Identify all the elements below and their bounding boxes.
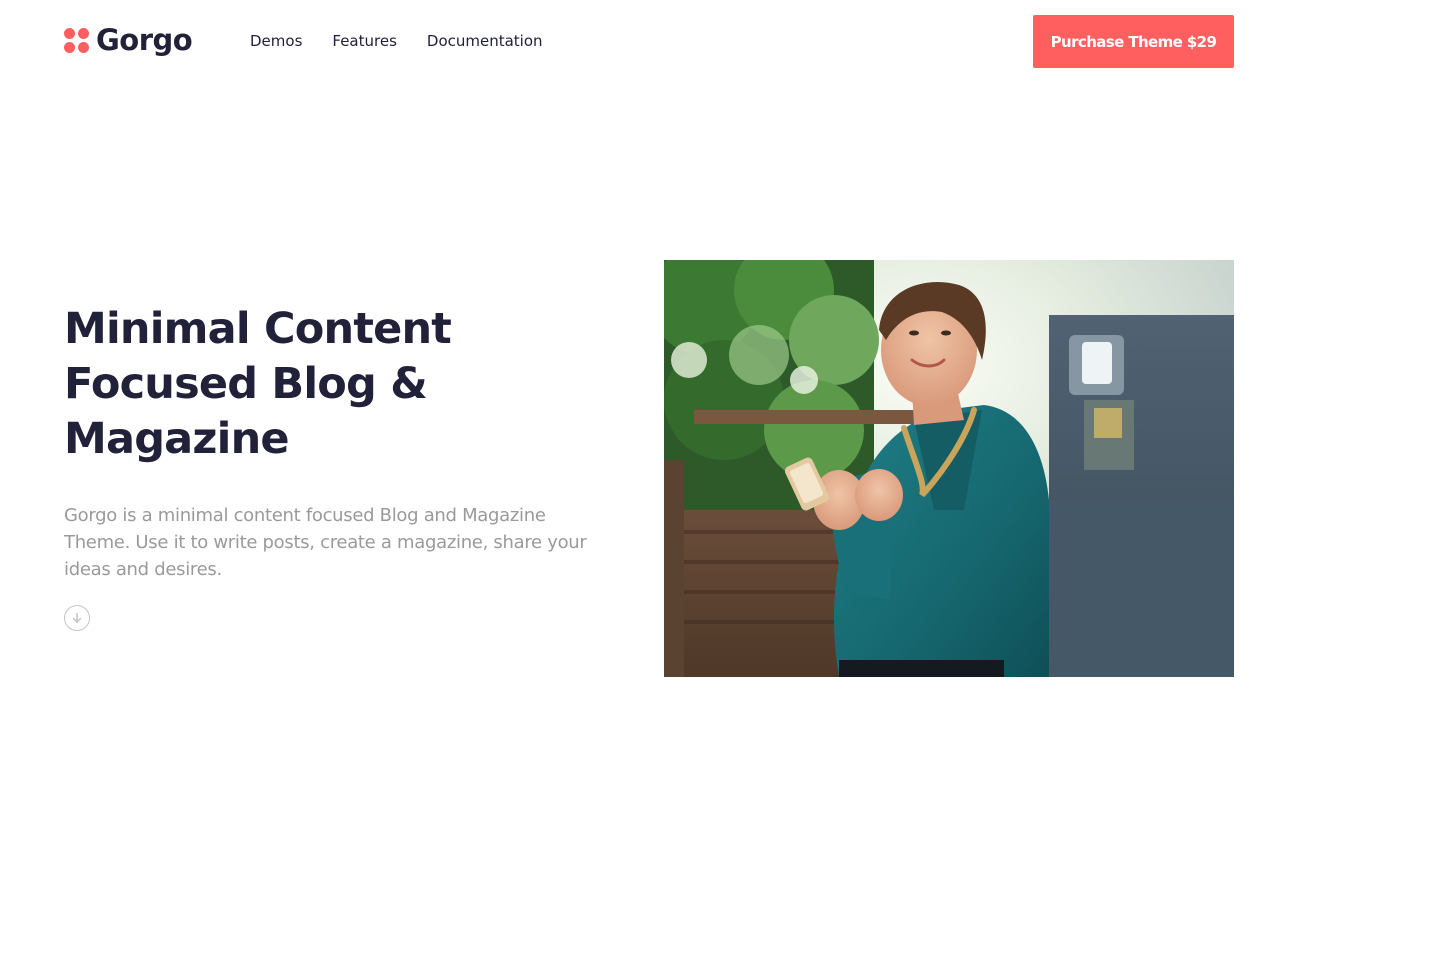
- arrow-down-circle-icon: [72, 612, 82, 623]
- nav-item-features[interactable]: Features: [332, 31, 397, 51]
- woman-holding-phone-photo: [664, 260, 1234, 677]
- hero-title: Minimal Content Focused Blog & Magazine: [64, 304, 452, 464]
- four-dots-logo-icon: [64, 27, 89, 53]
- hero-description: Gorgo is a minimal content focused Blog …: [64, 505, 587, 580]
- nav-item-demos[interactable]: Demos: [250, 31, 302, 51]
- main-nav: Demos Features Documentation: [250, 31, 573, 51]
- site-header: Gorgo Demos Features Documentation Purch…: [0, 0, 1448, 84]
- purchase-theme-button[interactable]: Purchase Theme $29: [1033, 15, 1234, 68]
- nav-item-documentation[interactable]: Documentation: [427, 31, 543, 51]
- scroll-down-button[interactable]: [64, 605, 90, 631]
- site-logo[interactable]: Gorgo: [64, 22, 193, 58]
- site-logo-text: Gorgo: [96, 23, 193, 57]
